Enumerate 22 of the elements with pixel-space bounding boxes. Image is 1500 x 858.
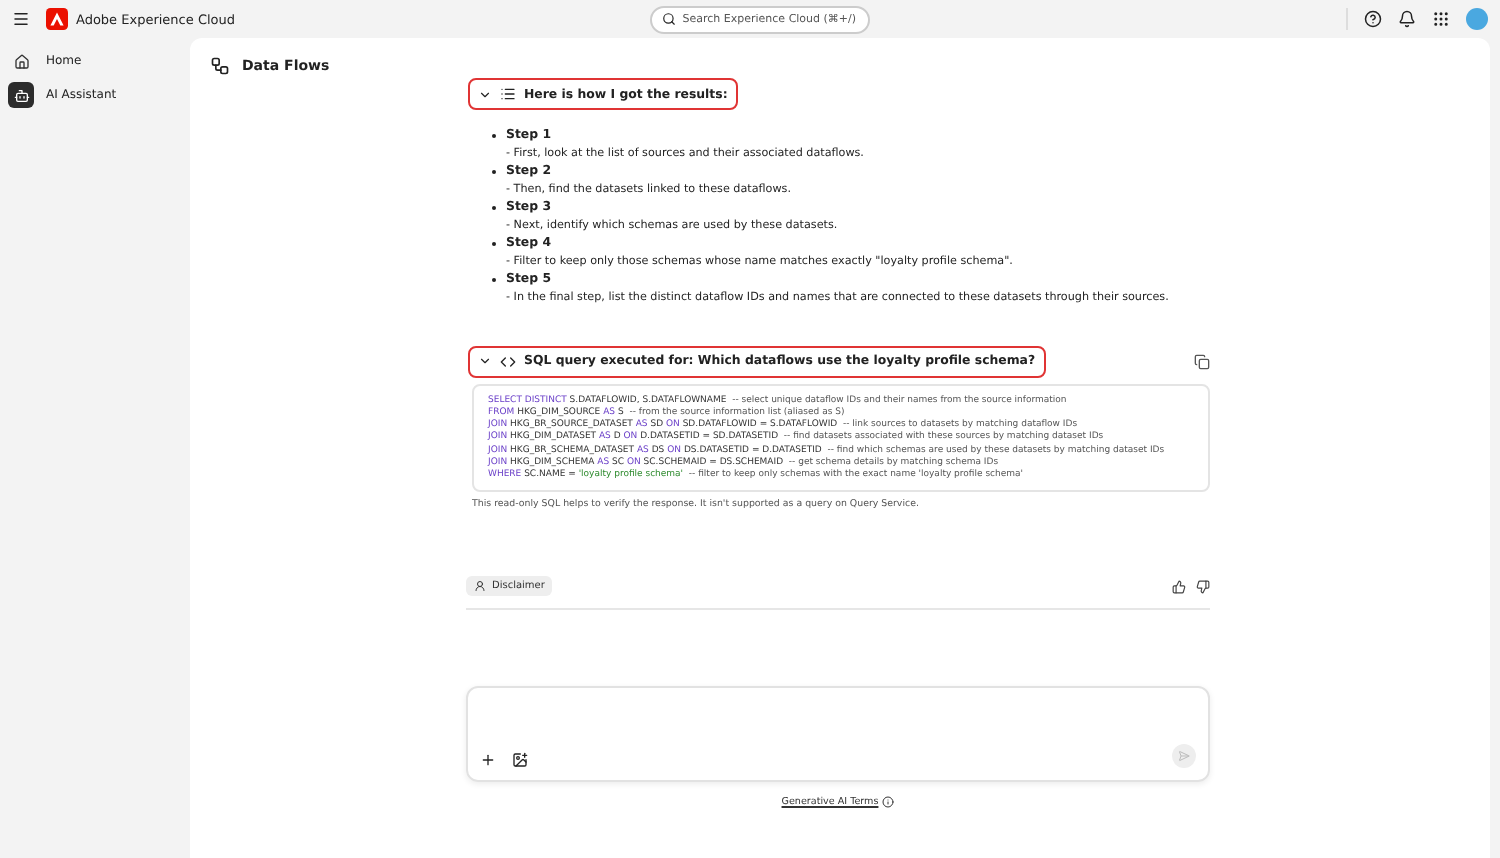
apps-grid-icon[interactable] bbox=[1431, 10, 1450, 28]
add-icon[interactable] bbox=[480, 752, 496, 769]
house-icon bbox=[13, 53, 29, 69]
prompt-field[interactable] bbox=[466, 686, 1210, 783]
person-icon bbox=[474, 580, 486, 593]
bell-icon[interactable] bbox=[1397, 10, 1416, 28]
list-icon bbox=[500, 86, 516, 102]
thumbs-up-icon[interactable] bbox=[1172, 579, 1186, 594]
thumbs-down-icon[interactable] bbox=[1196, 579, 1210, 594]
chevron-icon bbox=[478, 354, 492, 368]
code-icon bbox=[500, 353, 516, 369]
flow-icon bbox=[210, 55, 230, 75]
chevron-icon bbox=[478, 87, 492, 101]
send-icon bbox=[1178, 750, 1190, 763]
logo-icon bbox=[46, 8, 68, 30]
robot-icon bbox=[13, 87, 29, 103]
info-icon bbox=[882, 796, 895, 809]
copy-icon[interactable] bbox=[1194, 353, 1210, 369]
attach-image-icon[interactable] bbox=[512, 752, 528, 769]
menu-icon[interactable] bbox=[12, 10, 30, 28]
help-icon[interactable] bbox=[1363, 10, 1382, 28]
search-icon bbox=[662, 12, 677, 26]
